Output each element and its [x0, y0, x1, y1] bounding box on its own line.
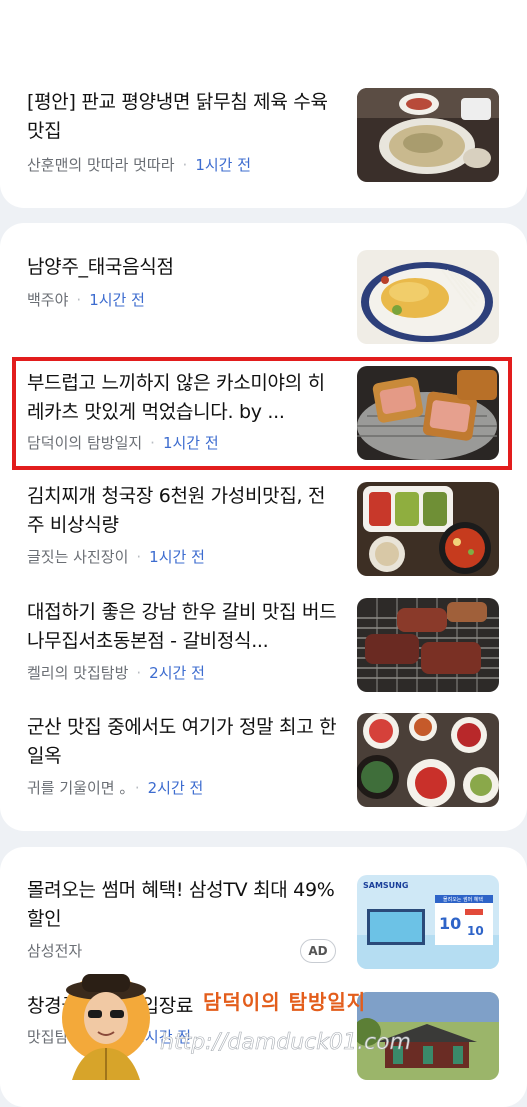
article-thumbnail[interactable]	[357, 713, 499, 807]
watermark-url: http://damduck01.com	[160, 1030, 412, 1056]
article-title[interactable]: 남양주_태국음식점	[27, 253, 339, 282]
ad-badge: AD	[300, 939, 336, 963]
list-item[interactable]: 군산 맛집 중에서도 여기가 정말 최고 한일옥 귀를 기울이면 。 · 2시간 전	[0, 713, 527, 825]
article-thumbnail[interactable]	[357, 598, 499, 692]
svg-text:SAMSUNG: SAMSUNG	[363, 881, 408, 890]
article-meta: 글짓는 사진장이 · 1시간 전	[27, 548, 205, 566]
article-time: 2시간 전	[149, 664, 205, 682]
highlight-box	[12, 357, 512, 470]
article-meta: 백주야 · 1시간 전	[27, 291, 145, 309]
article-meta: 귀를 기울이면 。 · 2시간 전	[27, 779, 204, 797]
article-source: 글짓는 사진장이	[27, 548, 129, 566]
article-source: 켈리의 맛집탐방	[27, 664, 129, 682]
ad-source: 삼성전자	[27, 942, 83, 960]
svg-text:10: 10	[467, 924, 484, 938]
article-time: 1시간 전	[195, 156, 252, 174]
article-source: 귀를 기울이면 。	[27, 779, 127, 797]
list-item[interactable]: 남양주_태국음식점 백주야 · 1시간 전	[0, 250, 527, 365]
svg-text:몰려오는 썸머 혜택: 몰려오는 썸머 혜택	[443, 896, 483, 903]
list-item[interactable]: 김치찌개 청국장 6천원 가성비맛집, 전주 비상식량 글짓는 사진장이 · 1시간…	[0, 482, 527, 594]
article-title[interactable]: 김치찌개 청국장 6천원 가성비맛집, 전주 비상식량	[27, 482, 339, 540]
article-title[interactable]: 군산 맛집 중에서도 여기가 정말 최고 한일옥	[27, 713, 339, 771]
list-item[interactable]: 대접하기 좋은 강남 한우 갈비 맛집 버드나무집서초동본점 - 갈비정식...…	[0, 598, 527, 710]
article-thumbnail[interactable]	[357, 250, 499, 344]
watermark-avatar	[62, 968, 150, 1080]
article-title[interactable]: 대접하기 좋은 강남 한우 갈비 맛집 버드나무집서초동본점 - 갈비정식...	[27, 598, 339, 656]
article-source: 백주야	[27, 291, 69, 309]
article-meta: 켈리의 맛집탐방 · 2시간 전	[27, 664, 205, 682]
article-thumbnail[interactable]	[357, 482, 499, 576]
article-time: 1시간 전	[89, 291, 145, 309]
article-time: 1시간 전	[149, 548, 205, 566]
article-meta: 산훈맨의 맛따라 멋따라 · 1시간 전	[27, 156, 252, 174]
article-title[interactable]: [평안] 판교 평양냉면 닭무침 제육 수육 맛집	[27, 88, 339, 146]
article-time: 2시간 전	[147, 779, 204, 797]
ad-banner[interactable]: SAMSUNG 몰려오는 썸머 혜택 10 10	[357, 875, 499, 969]
list-item[interactable]: [평안] 판교 평양냉면 닭무침 제육 수육 맛집 산훈맨의 맛따라 멋따라 · 1…	[0, 88, 527, 200]
ad-meta: 삼성전자	[27, 940, 82, 962]
article-thumbnail[interactable]	[357, 88, 499, 182]
article-source: 산훈맨의 맛따라 멋따라	[27, 156, 175, 174]
svg-text:10: 10	[439, 914, 461, 933]
watermark-title: 담덕이의 탐방일지	[203, 990, 367, 1014]
ad-title[interactable]: 몰려오는 썸머 혜택! 삼성TV 최대 49%할인	[27, 876, 339, 934]
